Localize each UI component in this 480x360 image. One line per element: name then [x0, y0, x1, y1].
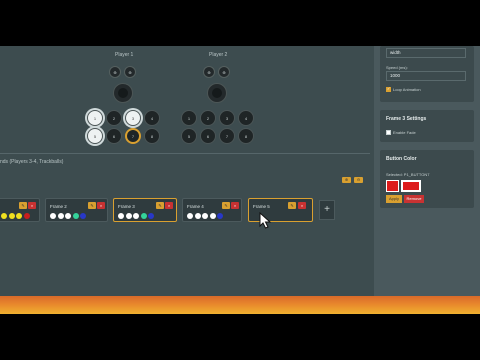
loop-animation-label: Loop Animation	[393, 87, 421, 92]
delete-frame-button[interactable]: ×	[165, 202, 173, 209]
frame-card-3[interactable]: Frame 3 ✎ ×	[113, 198, 177, 222]
p2-button-3[interactable]: 3	[219, 110, 235, 126]
frames-section-label: nds (Players 3-4, Trackballs)	[0, 159, 64, 165]
p1-button-4[interactable]: 4	[144, 110, 160, 126]
apply-color-button[interactable]: Apply	[386, 195, 402, 203]
edit-frame-button[interactable]: ✎	[88, 202, 96, 209]
settings-panel: width Speed (ms): 1000 Loop Animation Fr…	[374, 46, 480, 296]
button-color-card: Button Color Selected: P1_BUTTON7 Apply …	[380, 150, 474, 208]
color-swatch[interactable]	[386, 180, 399, 192]
edit-frame-button[interactable]: ✎	[222, 202, 230, 209]
enable-fade-checkbox[interactable]	[386, 130, 391, 135]
remove-color-button[interactable]: Remove	[404, 195, 424, 203]
frame-color-dots	[187, 213, 223, 219]
app-window: Player 1 ⊕ ⊕ 1 2 3 4 5 6 7 8 Player 2 ⊕ …	[0, 46, 480, 296]
p2-button-5[interactable]: 5	[181, 128, 197, 144]
p2-button-8[interactable]: 8	[238, 128, 254, 144]
p1-button-3[interactable]: 3	[125, 110, 141, 126]
frame-color-dots	[1, 213, 30, 219]
screen: Player 1 ⊕ ⊕ 1 2 3 4 5 6 7 8 Player 2 ⊕ …	[0, 0, 480, 360]
frame-title: Frame 2	[50, 204, 67, 209]
frame-title: Frame 3	[118, 204, 135, 209]
p2-start-button[interactable]: ⊕	[218, 66, 230, 78]
frame-card-5[interactable]: Frame 5 ✎ ×	[248, 198, 313, 222]
frame-title: Frame 5	[253, 204, 270, 209]
speed-input[interactable]: 1000	[386, 71, 466, 81]
add-frame-button[interactable]: +	[319, 200, 335, 220]
p2-button-2[interactable]: 2	[200, 110, 216, 126]
width-field[interactable]: width	[386, 48, 466, 58]
bottom-progress-bar	[0, 296, 480, 314]
frame-color-dots	[118, 213, 154, 219]
p1-button-7[interactable]: 7	[125, 128, 141, 144]
mouse-cursor-icon	[259, 211, 273, 234]
p1-start-button[interactable]: ⊕	[124, 66, 136, 78]
p2-button-1[interactable]: 1	[181, 110, 197, 126]
frame-settings-title: Frame 3 Settings	[386, 116, 427, 122]
p1-select-button[interactable]: ⊕	[109, 66, 121, 78]
p1-button-1[interactable]: 1	[87, 110, 103, 126]
p2-button-7[interactable]: 7	[219, 128, 235, 144]
delete-frame-button[interactable]: ×	[298, 202, 306, 209]
edit-frame-button[interactable]: ✎	[156, 202, 164, 209]
p2-joystick[interactable]	[207, 83, 227, 103]
frame-settings-card: Frame 3 Settings Enable Fade	[380, 110, 474, 142]
p2-button-4[interactable]: 4	[238, 110, 254, 126]
collapse-frames-button[interactable]: ⊖	[354, 177, 363, 183]
p2-select-button[interactable]: ⊕	[203, 66, 215, 78]
p2-button-6[interactable]: 6	[200, 128, 216, 144]
expand-frames-button[interactable]: ⊕	[342, 177, 351, 183]
frame-card-2[interactable]: Frame 2 ✎ ×	[45, 198, 108, 222]
enable-fade-label: Enable Fade	[393, 130, 416, 135]
frame-title: Frame 4	[187, 204, 204, 209]
loop-animation-checkbox[interactable]	[386, 86, 391, 92]
speed-label: Speed (ms):	[386, 65, 408, 70]
frame-card-1[interactable]: ✎ ×	[0, 198, 40, 222]
p1-button-8[interactable]: 8	[144, 128, 160, 144]
player2-label: Player 2	[209, 52, 228, 58]
p1-joystick[interactable]	[113, 83, 133, 103]
delete-frame-button[interactable]: ×	[231, 202, 239, 209]
delete-frame-button[interactable]: ×	[28, 202, 36, 209]
selected-button-text: Selected: P1_BUTTON7	[386, 172, 430, 177]
section-divider	[0, 153, 370, 154]
delete-frame-button[interactable]: ×	[97, 202, 105, 209]
p1-button-2[interactable]: 2	[106, 110, 122, 126]
p1-button-5[interactable]: 5	[87, 128, 103, 144]
player1-label: Player 1	[115, 52, 134, 58]
color-picker[interactable]	[401, 180, 421, 192]
button-color-title: Button Color	[386, 156, 417, 162]
animation-settings-card: width Speed (ms): 1000 Loop Animation	[380, 46, 474, 102]
frame-card-4[interactable]: Frame 4 ✎ ×	[182, 198, 242, 222]
frame-color-dots	[50, 213, 86, 219]
p1-button-6[interactable]: 6	[106, 128, 122, 144]
edit-frame-button[interactable]: ✎	[288, 202, 296, 209]
edit-frame-button[interactable]: ✎	[19, 202, 27, 209]
